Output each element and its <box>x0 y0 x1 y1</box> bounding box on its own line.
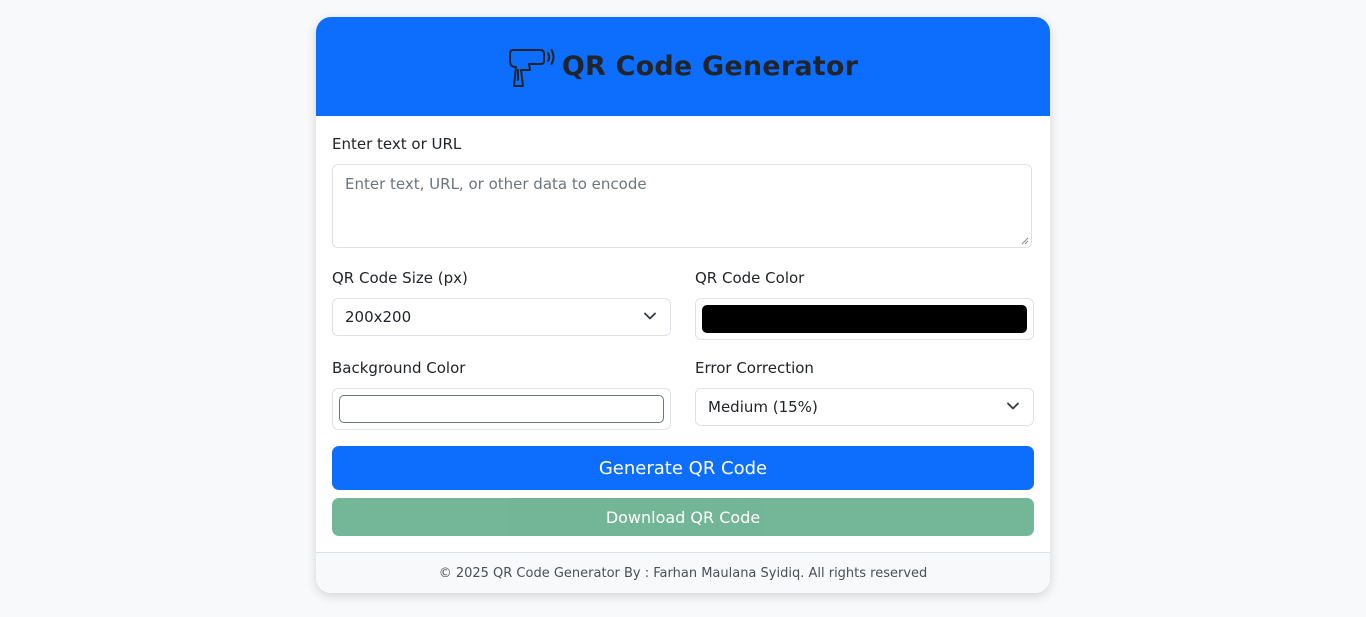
card-footer: © 2025 QR Code Generator By : Farhan Mau… <box>316 552 1050 593</box>
generate-button[interactable]: Generate QR Code <box>332 446 1034 490</box>
card-header: QR Code Generator <box>316 17 1050 116</box>
download-button[interactable]: Download QR Code <box>332 498 1034 536</box>
qr-scanner-icon <box>508 48 555 87</box>
download-button-label: Download QR Code <box>605 507 761 527</box>
chevron-down-icon <box>644 312 656 320</box>
bg-color-swatch[interactable] <box>339 395 664 423</box>
bg-color-label: Background Color <box>332 359 466 377</box>
text-input[interactable]: Enter text, URL, or other data to encode <box>332 164 1032 248</box>
text-input-placeholder: Enter text, URL, or other data to encode <box>345 175 647 193</box>
qr-color-swatch[interactable] <box>702 305 1027 333</box>
error-correction-label: Error Correction <box>695 359 814 377</box>
generate-button-label: Generate QR Code <box>598 457 768 479</box>
size-select-value: 200x200 <box>345 308 412 326</box>
size-select-label: QR Code Size (px) <box>332 269 468 287</box>
resize-handle-icon[interactable] <box>1021 237 1029 245</box>
color-picker-label: QR Code Color <box>695 269 805 287</box>
bg-color-picker[interactable] <box>332 388 671 430</box>
qr-color-picker[interactable] <box>695 298 1034 340</box>
error-correction-value: Medium (15%) <box>708 398 818 416</box>
size-select[interactable]: 200x200 <box>332 298 671 336</box>
qr-generator-card: QR Code Generator Enter text or URL Ente… <box>316 17 1050 593</box>
error-correction-select[interactable]: Medium (15%) <box>695 388 1034 426</box>
page-title: QR Code Generator <box>561 51 859 82</box>
chevron-down-icon <box>1007 402 1019 410</box>
text-input-label: Enter text or URL <box>332 135 462 153</box>
footer-text: © 2025 QR Code Generator By : Farhan Mau… <box>438 565 928 581</box>
